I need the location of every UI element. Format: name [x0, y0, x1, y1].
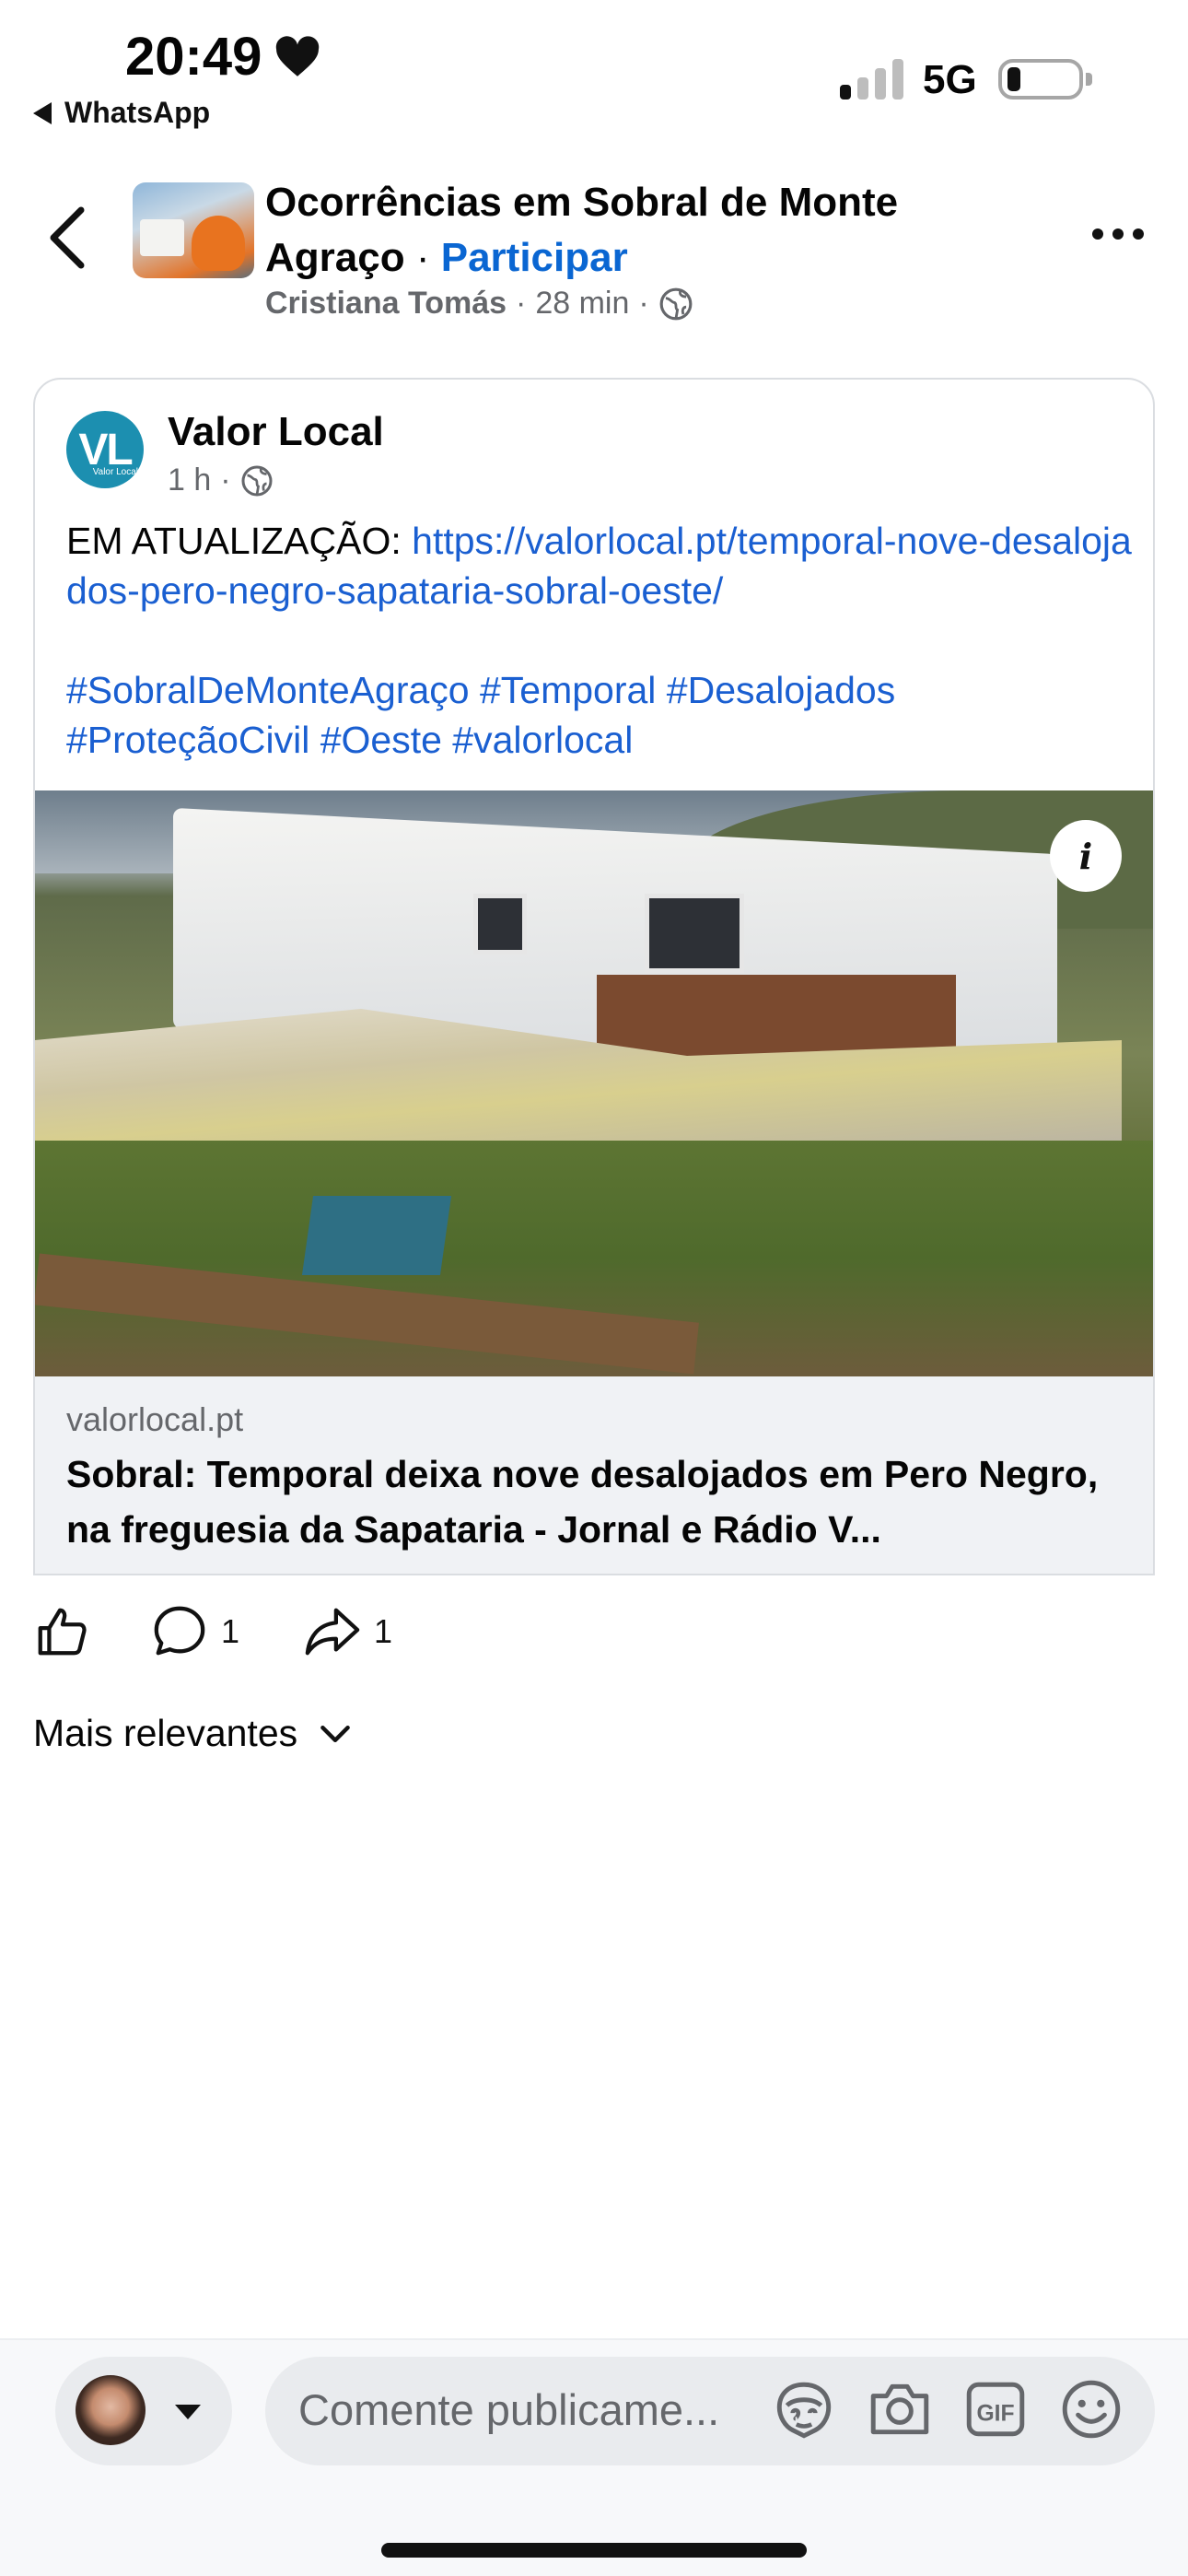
avatar-sticker-icon[interactable]: [770, 2375, 838, 2443]
gif-icon[interactable]: GIF: [961, 2375, 1030, 2443]
emoji-icon[interactable]: [1057, 2375, 1125, 2443]
link-preview-footer[interactable]: valorlocal.pt Sobral: Temporal deixa nov…: [35, 1376, 1153, 1574]
shared-post-time[interactable]: 1 h: [168, 463, 211, 498]
chevron-left-icon[interactable]: [46, 205, 87, 271]
like-button[interactable]: [33, 1603, 90, 1660]
shared-post-meta: 1 h ·: [168, 463, 274, 498]
page-name[interactable]: Valor Local: [168, 409, 384, 455]
globe-icon: [241, 465, 273, 496]
like-icon: [38, 1608, 87, 1656]
shared-post-card[interactable]: VL Valor Local Valor Local 1 h · EM ATUAL…: [33, 378, 1155, 1575]
network-type: 5G: [923, 57, 977, 102]
comment-sort-dropdown[interactable]: Mais relevantes: [33, 1712, 351, 1755]
comments-count: 1: [221, 1612, 240, 1650]
status-bar-time: 20:49: [125, 26, 320, 88]
clock-text: 20:49: [125, 27, 262, 87]
back-triangle-icon: [33, 101, 52, 124]
post-actions: 1 1: [33, 1603, 392, 1660]
composer-icons: GIF: [770, 2375, 1125, 2443]
sort-label: Mais relevantes: [33, 1712, 298, 1754]
post-meta: Cristiana Tomás · 28 min ·: [265, 286, 693, 322]
page-logo[interactable]: VL Valor Local: [66, 411, 144, 488]
caret-down-icon[interactable]: [175, 2405, 201, 2419]
link-title[interactable]: Sobral: Temporal deixa nove desalojados …: [66, 1446, 1125, 1557]
comment-placeholder[interactable]: Comente publicame...: [298, 2384, 719, 2435]
battery-icon: [998, 59, 1092, 100]
share-button[interactable]: 1: [304, 1603, 392, 1660]
post-body: EM ATUALIZAÇÃO: https://valorlocal.pt/te…: [66, 516, 1135, 765]
back-to-app-link[interactable]: WhatsApp: [33, 96, 210, 130]
link-preview-image[interactable]: i: [35, 790, 1153, 1376]
signal-strength-icon: [840, 55, 903, 100]
post-text-prefix: EM ATUALIZAÇÃO:: [66, 520, 413, 562]
comment-button[interactable]: 1: [151, 1603, 239, 1660]
link-domain: valorlocal.pt: [66, 1400, 244, 1438]
group-avatar[interactable]: [133, 182, 254, 278]
home-indicator[interactable]: [381, 2543, 807, 2558]
share-icon: [305, 1608, 360, 1656]
chevron-down-icon: [320, 1725, 350, 1742]
globe-icon: [659, 287, 693, 320]
camera-icon[interactable]: [866, 2375, 934, 2443]
heart-icon: [276, 35, 320, 76]
group-title[interactable]: Ocorrências em Sobral de Monte Agraço · …: [265, 175, 984, 286]
title-separator: ·: [415, 235, 430, 280]
post-author[interactable]: Cristiana Tomás: [265, 286, 507, 322]
info-icon[interactable]: i: [1050, 820, 1122, 892]
join-group-button[interactable]: Participar: [441, 235, 628, 280]
svg-text:GIF: GIF: [976, 2401, 1014, 2426]
post-time[interactable]: 28 min: [535, 286, 629, 322]
more-options-icon[interactable]: [1092, 228, 1144, 240]
shares-count: 1: [374, 1612, 393, 1650]
avatar[interactable]: [76, 2375, 146, 2445]
back-app-label: WhatsApp: [64, 96, 211, 129]
comment-icon: [154, 1606, 205, 1656]
post-hashtags[interactable]: #SobralDeMonteAgraço #Temporal #Desaloja…: [66, 665, 1135, 765]
